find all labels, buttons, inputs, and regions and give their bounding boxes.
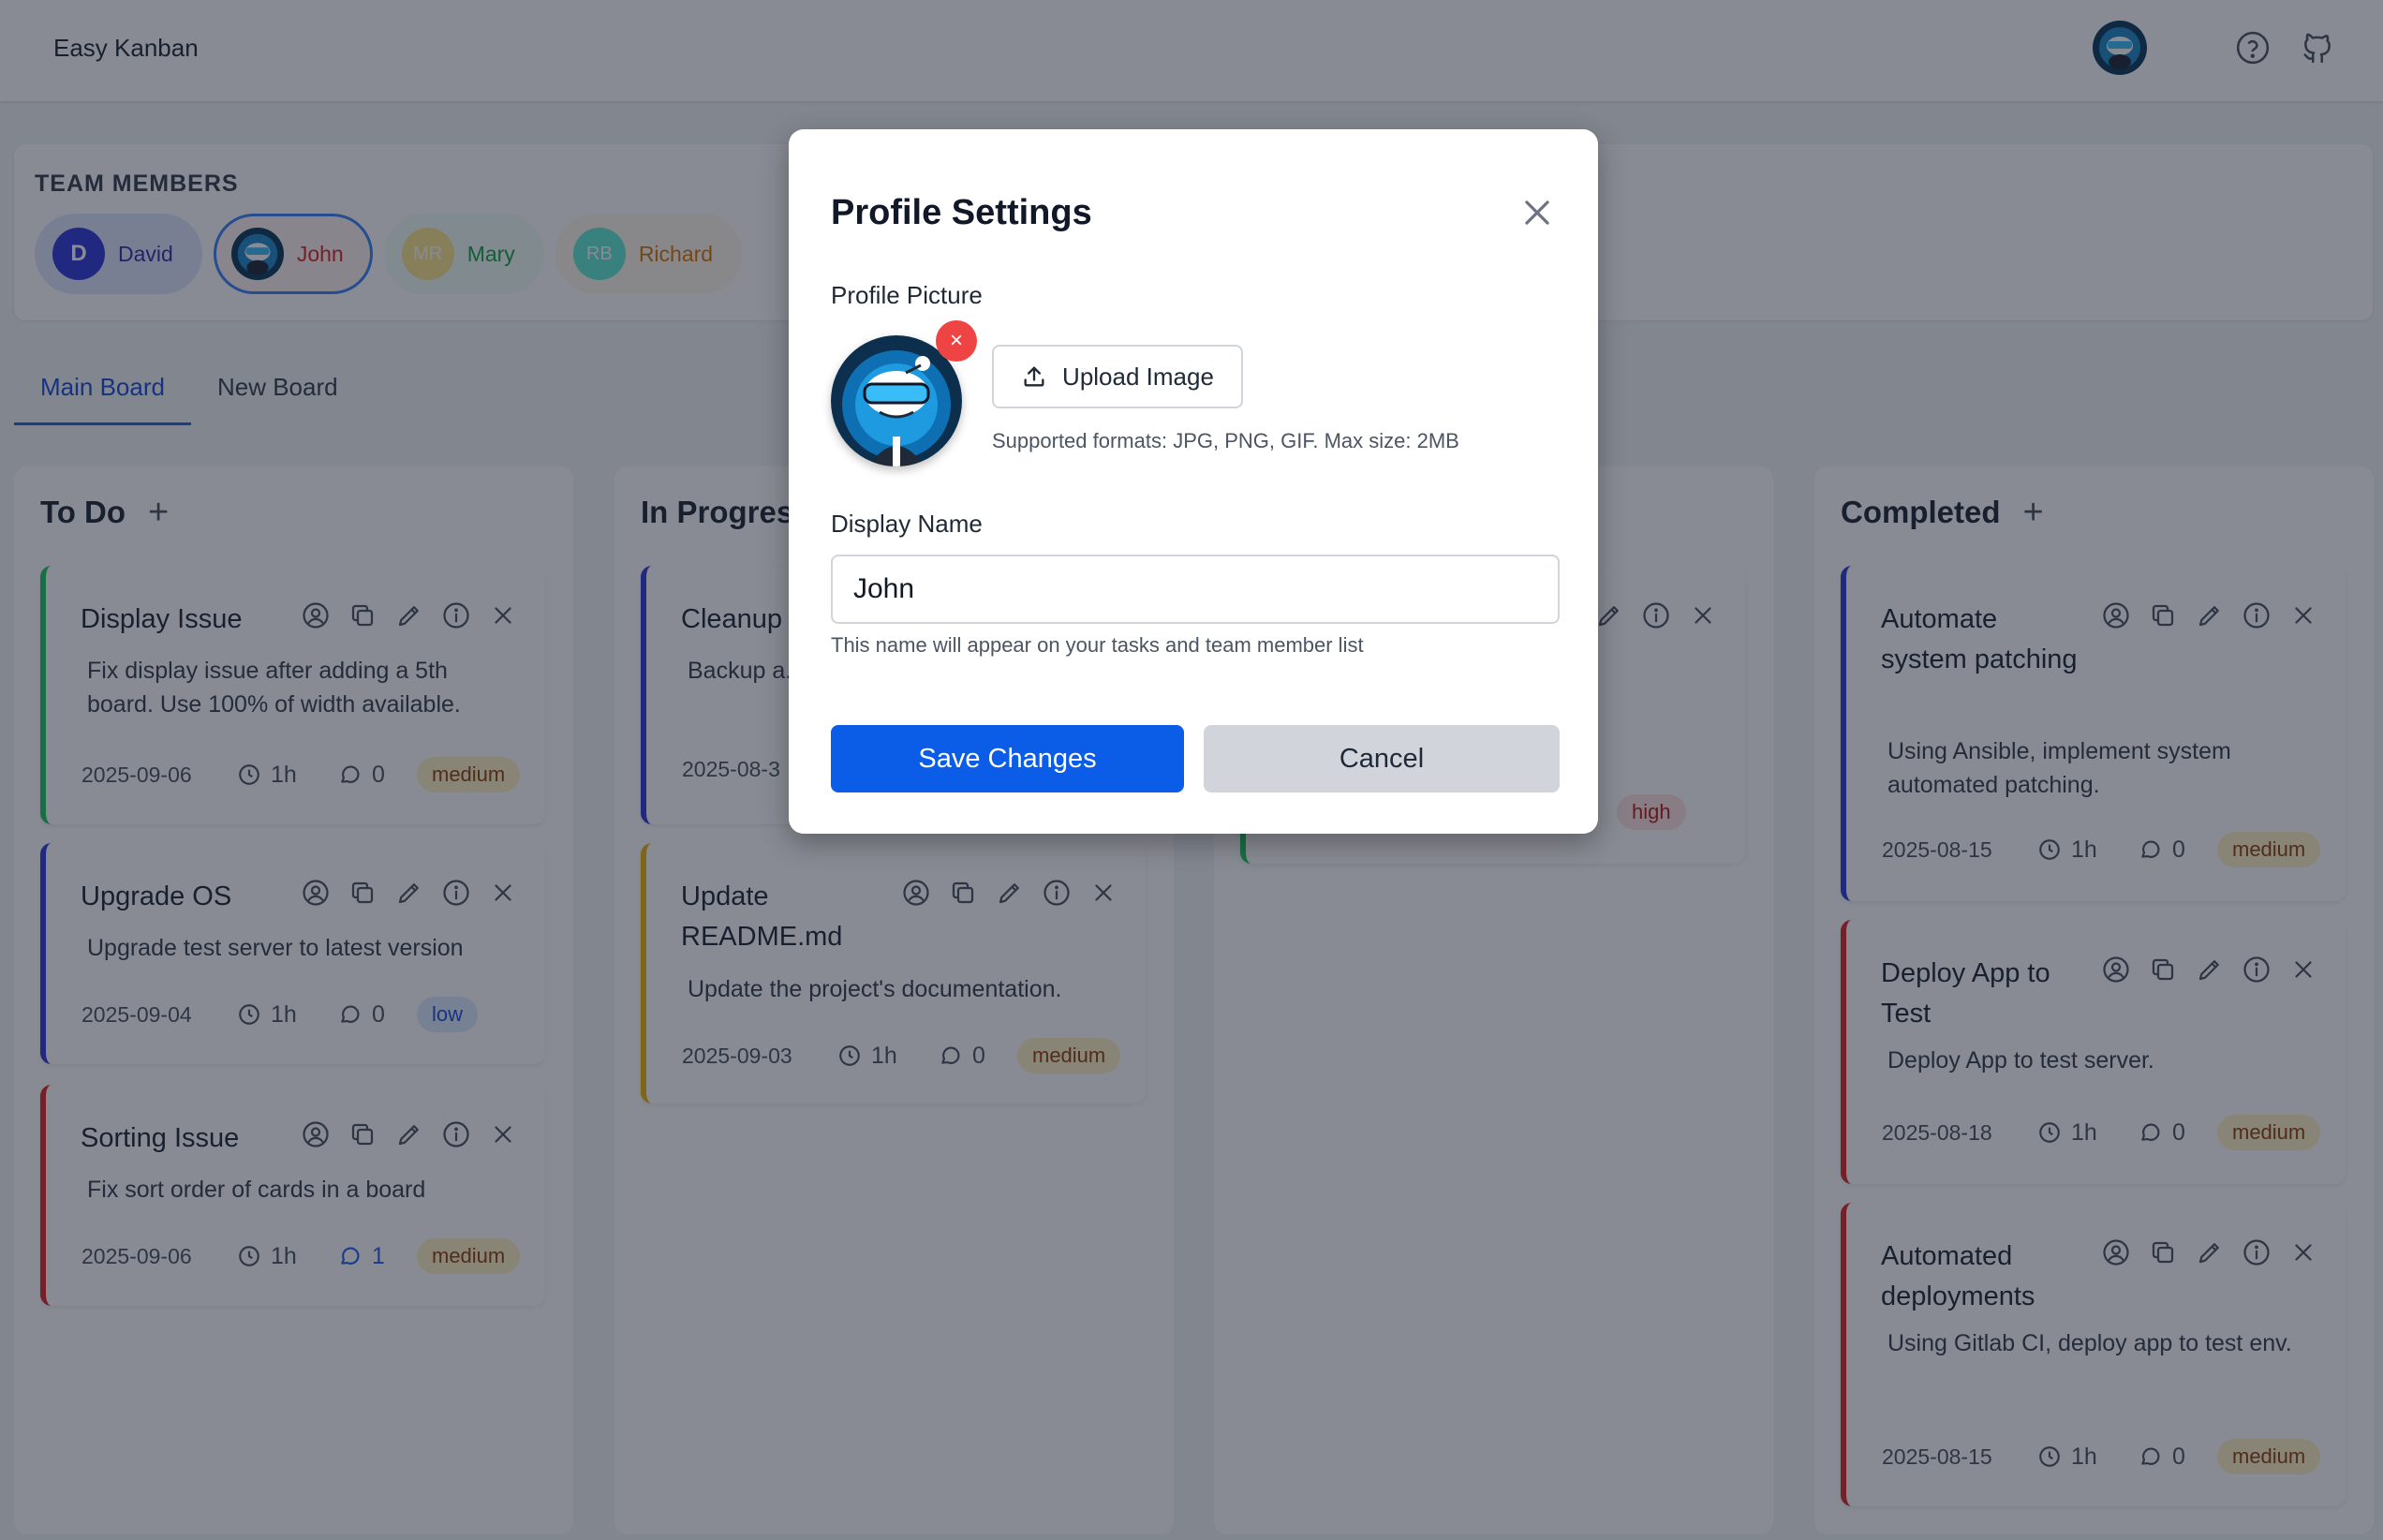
close-icon[interactable] xyxy=(1519,195,1555,230)
supported-formats-hint: Supported formats: JPG, PNG, GIF. Max si… xyxy=(992,429,1459,452)
upload-image-button[interactable]: Upload Image xyxy=(992,345,1243,408)
remove-picture-button[interactable]: × xyxy=(936,320,977,362)
upload-icon xyxy=(1024,366,1044,387)
modal-title: Profile Settings xyxy=(831,193,1092,232)
upload-image-label: Upload Image xyxy=(1062,362,1214,391)
app-page: Easy Kanban TEAM MEMBERS xyxy=(0,0,2383,1540)
profile-settings-modal: Profile Settings Profile Picture × Uploa… xyxy=(789,129,1598,834)
display-name-hint: This name will appear on your tasks and … xyxy=(831,633,1364,657)
display-name-field[interactable] xyxy=(831,555,1560,624)
save-changes-button[interactable]: Save Changes xyxy=(831,725,1184,792)
profile-picture-label: Profile Picture xyxy=(831,281,983,309)
cancel-button[interactable]: Cancel xyxy=(1204,725,1560,792)
display-name-label: Display Name xyxy=(831,510,983,538)
